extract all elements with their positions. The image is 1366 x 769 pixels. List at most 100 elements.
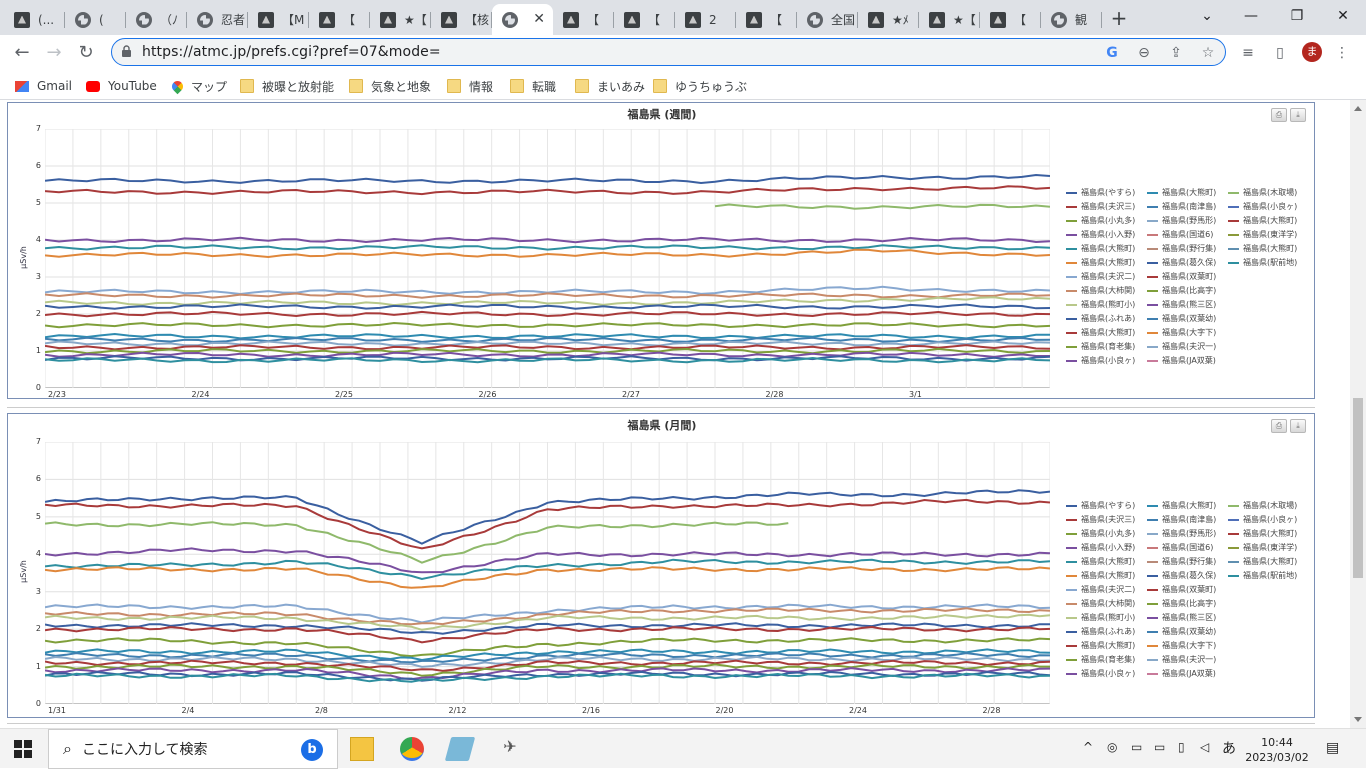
- url-text[interactable]: https://atmc.jp/prefs.cgi?pref=07&mode=: [142, 44, 441, 60]
- browser-tab[interactable]: （ﾉ: [126, 4, 187, 35]
- restore-button[interactable]: ❐: [1274, 4, 1320, 28]
- legend-item[interactable]: 福島県(育老集): [1066, 341, 1135, 352]
- battery-icon[interactable]: ▯: [1178, 740, 1185, 754]
- legend-item[interactable]: 福島県(夫沢三): [1066, 201, 1135, 212]
- legend-item[interactable]: 福島県(熊町小): [1066, 299, 1135, 310]
- legend-item[interactable]: 福島県(野馬形): [1147, 215, 1216, 226]
- legend-item[interactable]: 福島県(小丸多): [1066, 215, 1135, 226]
- print-icon[interactable]: ⎙: [1271, 108, 1287, 122]
- legend-item[interactable]: 福島県(木取場): [1228, 500, 1297, 511]
- airplane-app-icon[interactable]: ✈: [498, 737, 522, 761]
- legend-item[interactable]: 福島県(大熊町): [1228, 215, 1297, 226]
- reading-list-icon[interactable]: ≡: [1240, 45, 1256, 61]
- legend-item[interactable]: 福島県(小入野): [1066, 229, 1135, 240]
- legend-item[interactable]: 福島県(双葉町): [1147, 271, 1216, 282]
- legend-item[interactable]: 福島県(葛久保): [1147, 570, 1216, 581]
- legend-item[interactable]: 福島県(夫沢二): [1066, 584, 1135, 595]
- browser-tab[interactable]: 【: [614, 4, 675, 35]
- legend-item[interactable]: 福島県(夫沢一): [1147, 341, 1216, 352]
- browser-tab[interactable]: ✕: [492, 4, 553, 35]
- tab-search-chevron-icon[interactable]: ⌄: [1184, 4, 1230, 28]
- bookmark-item[interactable]: Gmail: [15, 77, 72, 95]
- minimize-button[interactable]: —: [1228, 4, 1274, 28]
- legend-item[interactable]: 福島県(双葉町): [1147, 584, 1216, 595]
- legend-item[interactable]: 福島県(JA双葉): [1147, 355, 1216, 366]
- legend-item[interactable]: 福島県(ふれあ): [1066, 313, 1135, 324]
- legend-item[interactable]: 福島県(大熊町): [1066, 327, 1135, 338]
- close-window-button[interactable]: ✕: [1320, 4, 1366, 28]
- legend-item[interactable]: 福島県(国道6): [1147, 542, 1213, 553]
- print-icon[interactable]: ⎙: [1271, 419, 1287, 433]
- legend-item[interactable]: 福島県(やすら): [1066, 500, 1135, 511]
- scroll-up-icon[interactable]: [1354, 106, 1362, 111]
- browser-tab[interactable]: 【: [309, 4, 370, 35]
- legend-item[interactable]: 福島県(大熊町): [1066, 570, 1135, 581]
- bookmark-item[interactable]: 気象と地象: [349, 77, 431, 95]
- ime-indicator[interactable]: あ: [1222, 738, 1236, 758]
- browser-tab[interactable]: (...: [4, 4, 65, 35]
- legend-item[interactable]: 福島県(野馬形): [1147, 528, 1216, 539]
- legend-item[interactable]: 福島県(小丸多): [1066, 528, 1135, 539]
- share-icon[interactable]: ⇪: [1168, 45, 1184, 61]
- network-icon[interactable]: ▭: [1131, 740, 1142, 754]
- vertical-scrollbar[interactable]: [1350, 100, 1366, 728]
- browser-tab[interactable]: ★ﾒ: [858, 4, 919, 35]
- legend-item[interactable]: 福島県(大熊町): [1228, 243, 1297, 254]
- download-icon[interactable]: ⤓: [1290, 419, 1306, 433]
- legend-item[interactable]: 福島県(東洋学): [1228, 229, 1297, 240]
- legend-item[interactable]: 福島県(大熊町): [1147, 187, 1216, 198]
- scrollbar-thumb[interactable]: [1353, 398, 1363, 578]
- legend-item[interactable]: 福島県(やすら): [1066, 187, 1135, 198]
- windows-start-icon[interactable]: [14, 740, 32, 758]
- download-icon[interactable]: ⤓: [1290, 108, 1306, 122]
- legend-item[interactable]: 福島県(ふれあ): [1066, 626, 1135, 637]
- chrome-icon[interactable]: [400, 737, 424, 761]
- volume-icon[interactable]: ◁: [1200, 740, 1209, 754]
- close-tab-icon[interactable]: ✕: [533, 11, 545, 27]
- browser-tab[interactable]: 【M: [248, 4, 309, 35]
- bookmark-item[interactable]: YouTube: [86, 77, 157, 95]
- taskbar-search-box[interactable]: ⌕ ここに入力して検索 b: [48, 729, 338, 769]
- browser-tab[interactable]: 2: [675, 4, 736, 35]
- browser-tab[interactable]: 【: [980, 4, 1041, 35]
- legend-item[interactable]: 福島県(熊町小): [1066, 612, 1135, 623]
- google-lens-icon[interactable]: G: [1104, 45, 1120, 61]
- legend-item[interactable]: 福島県(小良ヶ): [1066, 668, 1135, 679]
- display-icon[interactable]: ▭: [1154, 740, 1165, 754]
- chevron-up-icon[interactable]: ^: [1083, 740, 1093, 754]
- browser-tab[interactable]: 【: [736, 4, 797, 35]
- legend-item[interactable]: 福島県(育老集): [1066, 654, 1135, 665]
- legend-item[interactable]: 福島県(駅前地): [1228, 570, 1297, 581]
- bing-icon[interactable]: b: [301, 739, 323, 761]
- legend-item[interactable]: 福島県(大字下): [1147, 640, 1216, 651]
- legend-item[interactable]: 福島県(国道6): [1147, 229, 1213, 240]
- browser-tab[interactable]: 【: [553, 4, 614, 35]
- back-icon[interactable]: ←: [10, 41, 34, 65]
- legend-item[interactable]: 福島県(大熊町): [1147, 500, 1216, 511]
- legend-item[interactable]: 福島県(夫沢一): [1147, 654, 1216, 665]
- bookmark-item[interactable]: 情報: [447, 77, 493, 95]
- menu-icon[interactable]: ⋮: [1334, 45, 1350, 61]
- legend-item[interactable]: 福島県(南津島): [1147, 514, 1216, 525]
- lock-icon[interactable]: [121, 45, 132, 57]
- bookmark-item[interactable]: 転職: [510, 77, 556, 95]
- bookmark-item[interactable]: マップ: [169, 77, 227, 95]
- app-icon[interactable]: [444, 737, 476, 761]
- legend-item[interactable]: 福島県(葛久保): [1147, 257, 1216, 268]
- profile-avatar[interactable]: ま: [1302, 42, 1322, 62]
- legend-item[interactable]: 福島県(大熊町): [1066, 257, 1135, 268]
- legend-item[interactable]: 福島県(野行集): [1147, 243, 1216, 254]
- bookmark-item[interactable]: ゆうちゅうぶ: [653, 77, 747, 95]
- new-tab-button[interactable]: +: [1107, 6, 1131, 30]
- legend-item[interactable]: 福島県(大柿関): [1066, 285, 1135, 296]
- browser-tab[interactable]: 忍者: [187, 4, 248, 35]
- legend-item[interactable]: 福島県(大熊町): [1066, 640, 1135, 651]
- legend-item[interactable]: 福島県(野行集): [1147, 556, 1216, 567]
- side-panel-icon[interactable]: ▯: [1272, 45, 1288, 61]
- browser-tab[interactable]: 観: [1041, 4, 1102, 35]
- legend-item[interactable]: 福島県(大熊町): [1228, 556, 1297, 567]
- legend-item[interactable]: 福島県(木取場): [1228, 187, 1297, 198]
- bookmark-item[interactable]: 被曝と放射能: [240, 77, 334, 95]
- legend-item[interactable]: 福島県(双葉幼): [1147, 313, 1216, 324]
- bookmark-star-icon[interactable]: ☆: [1200, 45, 1216, 61]
